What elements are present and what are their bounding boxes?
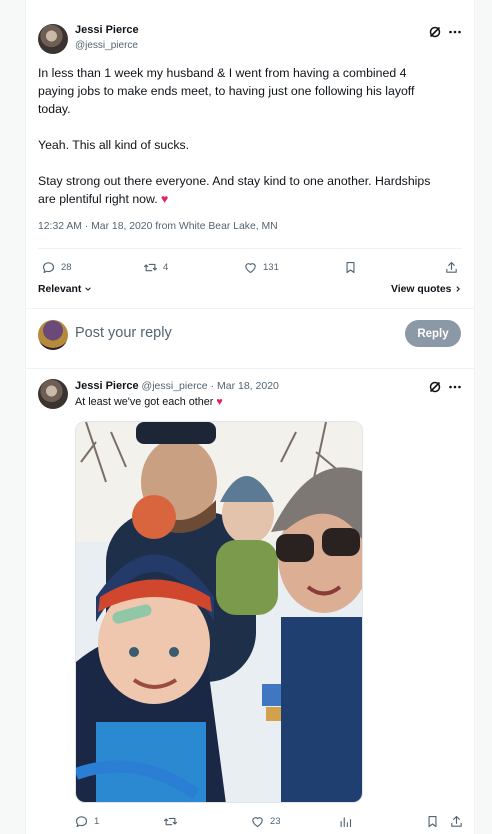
heart-emoji: ♥: [216, 396, 223, 408]
like-icon: [252, 817, 263, 828]
reply-like-button[interactable]: 23: [250, 814, 281, 829]
tweet-paragraph: Stay strong out there everyone. And stay…: [38, 172, 443, 208]
author-avatar[interactable]: [38, 24, 68, 54]
reply-bookmark-button[interactable]: [425, 814, 440, 829]
reply-author-handle[interactable]: @jessi_pierce: [142, 380, 208, 392]
divider: [38, 248, 462, 249]
divider: [26, 368, 474, 369]
reply-count: 1: [94, 816, 100, 827]
views-button[interactable]: [338, 814, 353, 829]
bookmark-button[interactable]: [343, 260, 358, 275]
sort-replies-dropdown[interactable]: Relevant: [38, 284, 92, 295]
grok-icon[interactable]: [428, 380, 442, 394]
reply-count: 28: [61, 262, 72, 273]
reply-reply-button[interactable]: 1: [74, 814, 99, 829]
reply-author-name[interactable]: Jessi Pierce: [75, 380, 139, 392]
reply-text: At least we've got each other ♥: [75, 396, 223, 408]
more-icon[interactable]: [448, 25, 462, 39]
view-quotes-link[interactable]: View quotes: [391, 284, 462, 295]
repost-button[interactable]: 4: [143, 260, 168, 275]
chevron-down-icon: [85, 287, 91, 292]
views-icon: [340, 817, 352, 828]
reply-author-avatar[interactable]: [38, 379, 68, 409]
reply-icon: [42, 262, 55, 274]
like-icon: [245, 263, 256, 274]
tweet-paragraph: In less than 1 week my husband & I went …: [38, 66, 415, 116]
reply-icon: [75, 816, 88, 828]
chevron-right-icon: [456, 286, 461, 293]
heart-emoji: ♥: [161, 192, 169, 206]
like-button[interactable]: 131: [243, 260, 279, 275]
reply-share-button[interactable]: [449, 814, 464, 829]
like-count: 23: [270, 816, 281, 827]
reply-submit-button[interactable]: Reply: [405, 320, 461, 347]
share-icon: [446, 261, 457, 273]
repost-icon: [144, 263, 157, 272]
divider: [26, 308, 474, 309]
reply-header: Jessi Pierce @jessi_pierce · Mar 18, 202…: [75, 380, 279, 392]
tweet-timestamp[interactable]: 12:32 AM · Mar 18, 2020 from White Bear …: [38, 221, 278, 232]
share-icon: [451, 815, 462, 827]
tweet-body: In less than 1 week my husband & I went …: [38, 64, 443, 208]
repost-icon: [164, 817, 177, 826]
share-button[interactable]: [444, 260, 459, 275]
reply-button[interactable]: 28: [41, 260, 72, 275]
reply-input[interactable]: Post your reply: [75, 325, 172, 341]
author-handle[interactable]: @jessi_pierce: [75, 40, 138, 51]
sort-label: Relevant: [38, 284, 82, 295]
reply-text-body: At least we've got each other: [75, 396, 214, 408]
more-icon[interactable]: [448, 380, 462, 394]
family-photo-illustration: [76, 422, 362, 802]
like-count: 131: [263, 262, 279, 273]
separator-dot: ·: [210, 380, 215, 392]
repost-count: 4: [163, 262, 169, 273]
author-name[interactable]: Jessi Pierce: [75, 24, 139, 36]
view-quotes-label: View quotes: [391, 284, 452, 295]
tweet-paragraph: Yeah. This all kind of sucks.: [38, 138, 190, 152]
bookmark-icon: [428, 815, 437, 828]
bookmark-icon: [346, 261, 355, 274]
reply-repost-button[interactable]: [163, 814, 178, 829]
tweet-photo[interactable]: [75, 421, 363, 803]
tweet-paragraph-text: Stay strong out there everyone. And stay…: [38, 174, 431, 206]
grok-icon[interactable]: [428, 25, 442, 39]
reply-date[interactable]: Mar 18, 2020: [217, 380, 279, 392]
current-user-avatar[interactable]: [38, 320, 68, 350]
